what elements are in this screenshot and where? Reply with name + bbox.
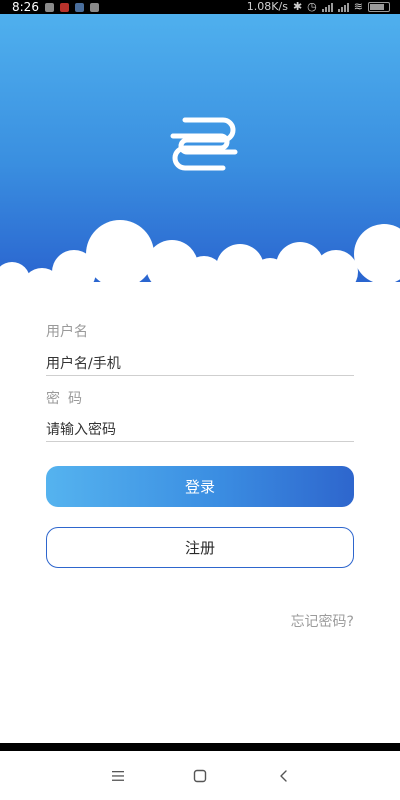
bluetooth-icon: ✱	[292, 0, 303, 13]
clouds-decoration	[0, 220, 400, 284]
status-time: 8:26	[12, 0, 39, 14]
network-speed: 1.08K/s	[246, 0, 288, 13]
notification-shield-icon	[44, 2, 54, 12]
username-input[interactable]	[46, 353, 354, 376]
wifi-icon: ≋	[353, 0, 363, 13]
home-square-icon	[193, 769, 207, 783]
nav-home-button[interactable]	[190, 766, 210, 786]
signal-icon	[321, 2, 333, 12]
nav-back-button[interactable]	[274, 766, 294, 786]
username-label: 用户名	[46, 324, 88, 340]
hero-banner	[0, 14, 400, 284]
status-left: 8:26	[12, 0, 99, 14]
notification-app-icon	[59, 2, 69, 12]
nav-menu-button[interactable]	[108, 766, 128, 786]
nav-divider	[0, 743, 400, 751]
alarm-icon: ◷	[307, 0, 317, 13]
login-screen: 8:26 1.08K/s ✱ ◷ ≋ 用户名 用户名/手机 密码 登录 注册 忘…	[0, 0, 400, 800]
battery-icon	[368, 2, 390, 12]
login-button[interactable]: 登录	[46, 466, 354, 507]
status-right: 1.08K/s ✱ ◷ ≋	[247, 0, 390, 14]
password-label: 密码	[46, 391, 90, 407]
back-chevron-icon	[280, 770, 287, 782]
menu-icon	[112, 771, 124, 781]
app-logo-icon	[170, 117, 238, 171]
password-input[interactable]	[46, 419, 354, 442]
notification-photo-icon	[74, 2, 84, 12]
register-button[interactable]: 注册	[46, 527, 354, 568]
notification-robot-icon	[89, 2, 99, 12]
status-bar: 8:26 1.08K/s ✱ ◷ ≋	[0, 0, 400, 14]
signal-2-icon	[337, 2, 349, 12]
system-nav-bar	[0, 751, 400, 800]
forgot-password-link[interactable]: 忘记密码?	[291, 611, 354, 631]
